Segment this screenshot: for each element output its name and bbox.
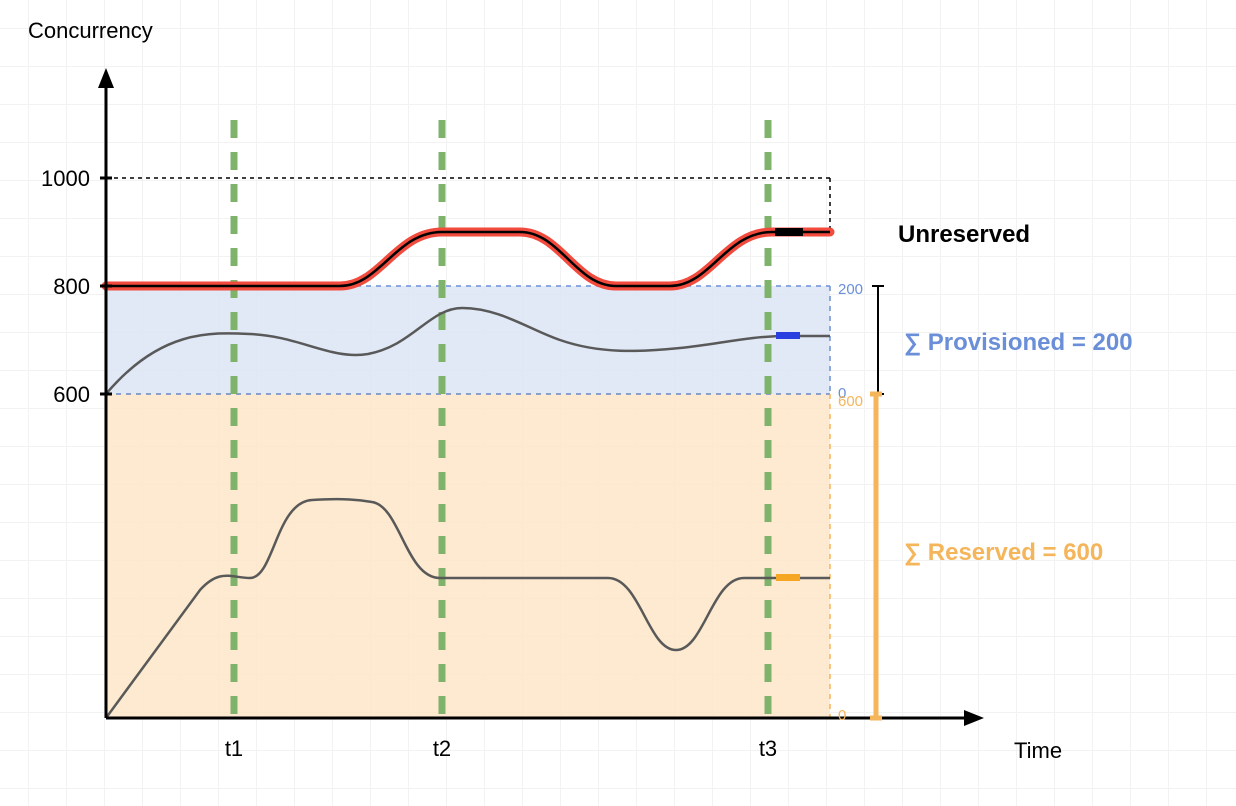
xtick-t1: t1 bbox=[225, 736, 243, 761]
tick-black bbox=[775, 228, 803, 236]
xtick-t2: t2 bbox=[433, 736, 451, 761]
concurrency-diagram: 1000 800 600 t1 t2 t3 Concurrency Time U… bbox=[0, 0, 1236, 806]
reserved-region bbox=[106, 394, 830, 718]
provisioned-sum-label: ∑ Provisioned = 200 bbox=[904, 329, 1133, 356]
prov-tick-200: 200 bbox=[838, 281, 863, 298]
x-axis-title: Time bbox=[1014, 738, 1062, 763]
arrowhead-right-icon bbox=[964, 710, 984, 726]
reserved-bracket bbox=[870, 394, 882, 718]
tick-orange bbox=[776, 574, 800, 581]
res-tick-0: 0 bbox=[838, 707, 846, 724]
ytick-label-600: 600 bbox=[53, 382, 90, 407]
provisioned-bracket bbox=[872, 286, 884, 394]
arrowhead-up-icon bbox=[98, 68, 114, 88]
reserved-sum-label: ∑ Reserved = 600 bbox=[904, 539, 1103, 566]
ytick-label-1000: 1000 bbox=[41, 166, 90, 191]
res-tick-600: 600 bbox=[838, 393, 863, 410]
xtick-t3: t3 bbox=[759, 736, 777, 761]
y-axis-title: Concurrency bbox=[28, 18, 153, 43]
unreserved-boundary-red bbox=[106, 232, 830, 286]
provisioned-region bbox=[106, 286, 830, 394]
ytick-label-800: 800 bbox=[53, 274, 90, 299]
tick-blue bbox=[776, 332, 800, 339]
unreserved-label: Unreserved bbox=[898, 221, 1030, 248]
